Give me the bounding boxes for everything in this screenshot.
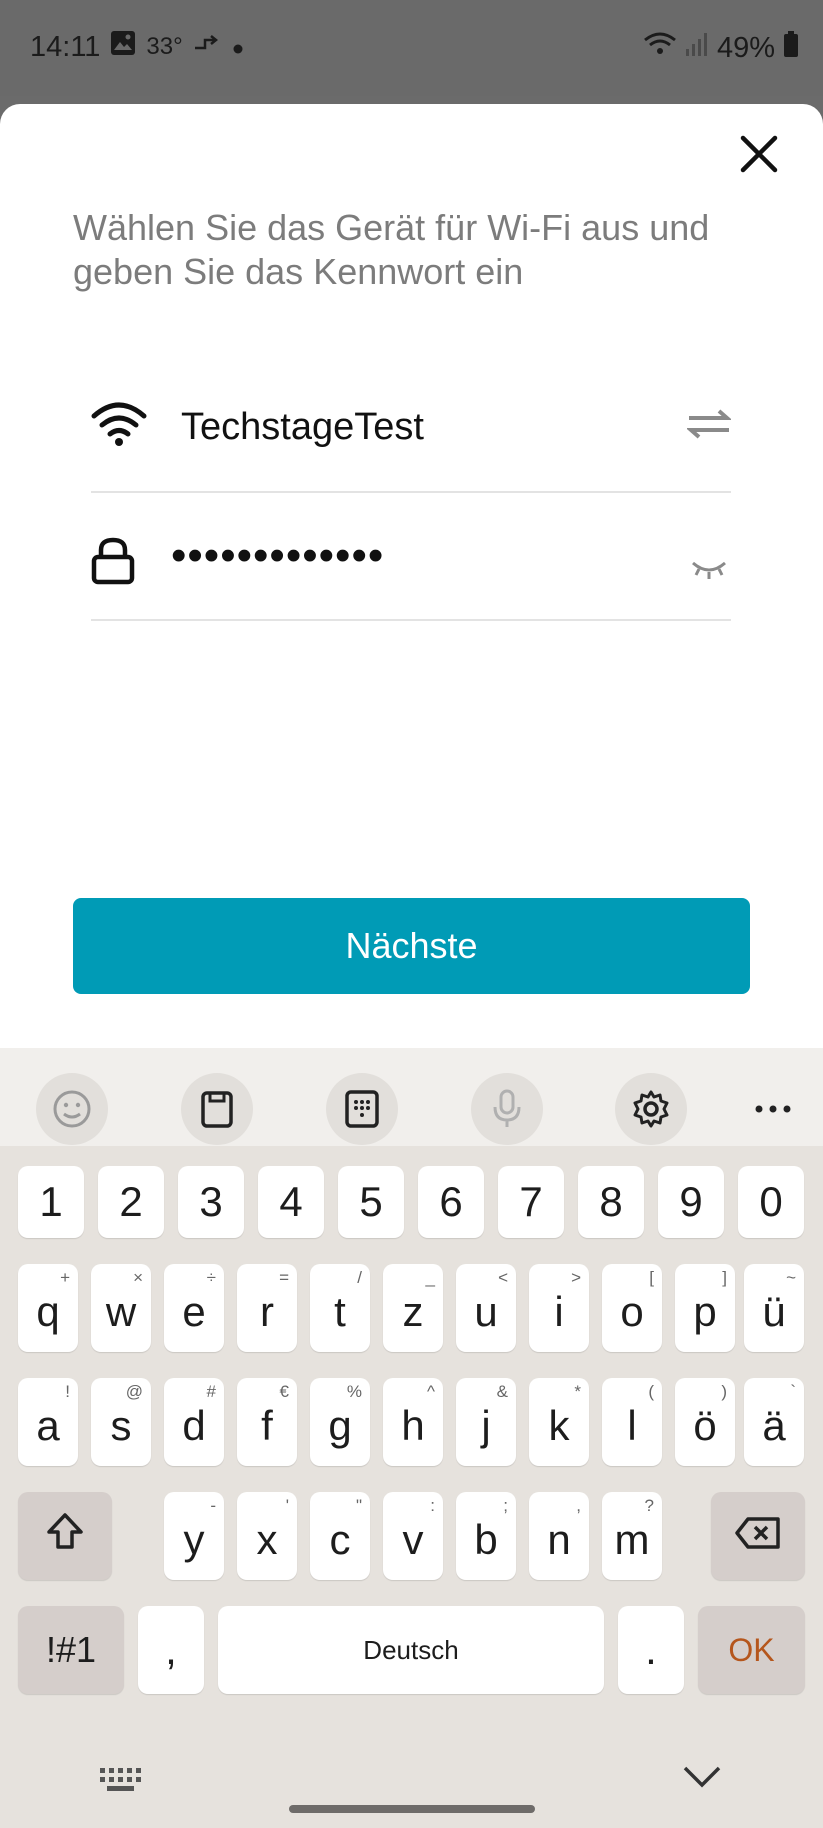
key-u[interactable]: < u: [456, 1264, 516, 1352]
key-z[interactable]: _ z: [383, 1264, 443, 1352]
instruction-text: Wählen Sie das Gerät für Wi-Fi aus und g…: [73, 207, 710, 292]
password-row[interactable]: •••••••••••••: [91, 491, 731, 621]
emoji-icon[interactable]: [36, 1073, 108, 1145]
key-3[interactable]: 3: [178, 1166, 244, 1238]
key-w[interactable]: × w: [91, 1264, 151, 1352]
key-a[interactable]: ! a: [18, 1378, 78, 1466]
keyboard-toolbar: [0, 1048, 823, 1146]
key-s[interactable]: @ s: [91, 1378, 151, 1466]
call-forward-icon: [193, 31, 221, 64]
period-key[interactable]: .: [618, 1606, 684, 1694]
key-6[interactable]: 6: [418, 1166, 484, 1238]
key-o[interactable]: [o: [602, 1264, 662, 1352]
key-ae[interactable]: ` ä: [744, 1378, 804, 1466]
keyboard: 1 2 3 4 5 6 7 8 9 0 + q × w ÷ e = r / t _ z < u…: [0, 1048, 823, 1828]
comma-key[interactable]: ,: [138, 1606, 204, 1694]
more-icon[interactable]: [737, 1073, 809, 1145]
key-oe[interactable]: ) ö: [675, 1378, 735, 1466]
key-j[interactable]: & j: [456, 1378, 516, 1466]
battery-text: 49%: [716, 31, 775, 64]
space-key[interactable]: Deutsch: [218, 1606, 604, 1694]
status-temperature: 33°: [146, 33, 183, 60]
close-icon[interactable]: [735, 130, 783, 178]
home-indicator[interactable]: [289, 1805, 535, 1813]
backspace-icon: [734, 1512, 782, 1560]
key-r[interactable]: = r: [237, 1264, 297, 1352]
hidden-eye-icon[interactable]: [691, 557, 727, 586]
keyboard-switch-icon[interactable]: [98, 1766, 144, 1799]
key-g[interactable]: % g: [310, 1378, 370, 1466]
dot-icon: [231, 31, 245, 64]
wifi-ssid: TechstageTest: [181, 406, 424, 448]
key-4[interactable]: 4: [258, 1166, 324, 1238]
ok-key[interactable]: OK: [698, 1606, 805, 1694]
battery-icon: [783, 30, 799, 66]
key-7[interactable]: 7: [498, 1166, 564, 1238]
key-m[interactable]: ? m: [602, 1492, 662, 1580]
wifi-network-row[interactable]: TechstageTest: [91, 346, 733, 493]
hide-keyboard-icon[interactable]: [682, 1764, 722, 1795]
keypad-icon[interactable]: [326, 1073, 398, 1145]
key-p[interactable]: ] p: [675, 1264, 735, 1352]
settings-icon[interactable]: [615, 1073, 687, 1145]
backspace-key[interactable]: [711, 1492, 805, 1580]
key-d[interactable]: # d: [164, 1378, 224, 1466]
status-right: 49%: [643, 30, 799, 66]
lock-icon: [91, 537, 135, 590]
password-input[interactable]: •••••••••••••: [171, 531, 384, 581]
status-left: 14:11 33°: [30, 30, 245, 64]
key-i[interactable]: > i: [529, 1264, 589, 1352]
symbols-key[interactable]: !#1: [18, 1606, 124, 1694]
key-5[interactable]: 5: [338, 1166, 404, 1238]
switch-network-icon[interactable]: [685, 408, 733, 445]
key-k[interactable]: * k: [529, 1378, 589, 1466]
key-n[interactable]: ,n: [529, 1492, 589, 1580]
gallery-icon: [110, 30, 136, 64]
microphone-icon[interactable]: [471, 1073, 543, 1145]
wifi-setup-sheet: Wählen Sie das Gerät für Wi-Fi aus und g…: [0, 104, 823, 1048]
key-t[interactable]: / t: [310, 1264, 370, 1352]
key-f[interactable]: € f: [237, 1378, 297, 1466]
next-button[interactable]: Nächste: [73, 898, 750, 994]
shift-icon: [45, 1511, 85, 1561]
wifi-icon: [91, 402, 147, 453]
key-e[interactable]: ÷ e: [164, 1264, 224, 1352]
key-8[interactable]: 8: [578, 1166, 644, 1238]
key-1[interactable]: 1: [18, 1166, 84, 1238]
key-c[interactable]: " c: [310, 1492, 370, 1580]
clipboard-icon[interactable]: [181, 1073, 253, 1145]
key-v[interactable]: :v: [383, 1492, 443, 1580]
key-b[interactable]: ; b: [456, 1492, 516, 1580]
key-2[interactable]: 2: [98, 1166, 164, 1238]
signal-icon: [685, 31, 709, 65]
wifi-data-icon: [643, 30, 677, 66]
status-bar: 14:11 33° 49%: [0, 0, 823, 96]
key-ue[interactable]: ~ ü: [744, 1264, 804, 1352]
key-y[interactable]: -y: [164, 1492, 224, 1580]
key-9[interactable]: 9: [658, 1166, 724, 1238]
key-q[interactable]: + q: [18, 1264, 78, 1352]
status-time: 14:11: [30, 30, 101, 63]
key-l[interactable]: (l: [602, 1378, 662, 1466]
key-0[interactable]: 0: [738, 1166, 804, 1238]
shift-key[interactable]: [18, 1492, 112, 1580]
key-h[interactable]: ^ h: [383, 1378, 443, 1466]
key-x[interactable]: ' x: [237, 1492, 297, 1580]
